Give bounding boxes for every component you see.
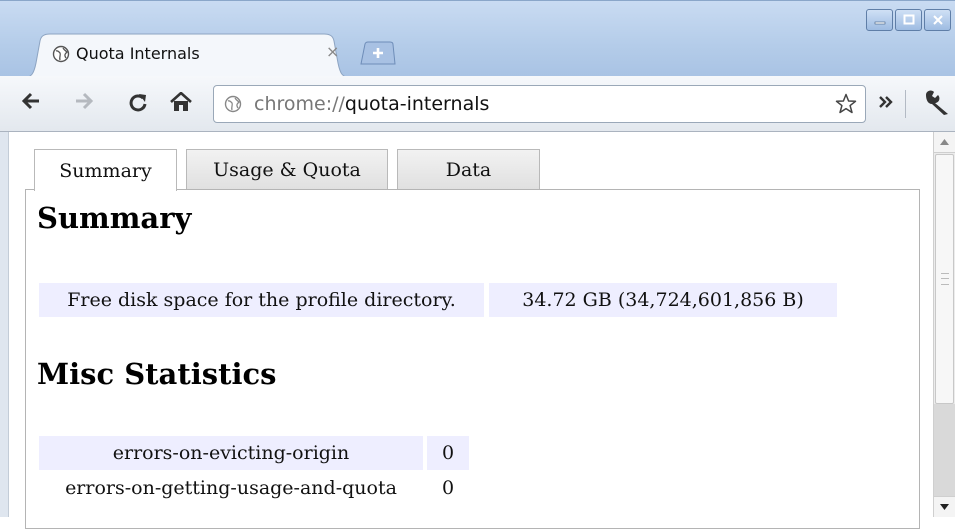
toolbar-divider xyxy=(905,90,906,118)
summary-panel: Summary Free disk space for the profile … xyxy=(25,189,920,529)
minimize-button[interactable] xyxy=(866,9,893,31)
table-row: errors-on-getting-usage-and-quota 0 xyxy=(39,471,469,505)
url-scheme: chrome:// xyxy=(254,93,345,115)
minimize-icon xyxy=(874,21,885,25)
tab-close-button[interactable]: × xyxy=(326,43,339,61)
plus-icon xyxy=(360,41,396,65)
misc-statistics-heading: Misc Statistics xyxy=(37,357,277,391)
overflow-chevron-icon xyxy=(879,96,893,108)
forward-arrow-icon xyxy=(76,92,94,110)
vertical-scrollbar[interactable] xyxy=(933,132,955,517)
tab-data[interactable]: Data xyxy=(397,149,540,189)
home-icon xyxy=(170,92,192,111)
statistic-value: 0 xyxy=(441,477,455,499)
statistic-name: errors-on-getting-usage-and-quota xyxy=(65,477,397,499)
scrollbar-grip xyxy=(941,273,949,285)
close-window-button[interactable] xyxy=(924,9,951,31)
url-text[interactable]: chrome://quota-internals xyxy=(254,93,489,115)
wrench-icon xyxy=(926,90,948,115)
new-tab-button[interactable] xyxy=(358,41,398,65)
statistic-value: 0 xyxy=(427,436,469,470)
globe-icon xyxy=(52,45,70,63)
reload-icon xyxy=(129,94,147,112)
statistic-name: errors-on-evicting-origin xyxy=(39,436,423,470)
maximize-icon xyxy=(903,14,914,25)
free-disk-space-label: Free disk space for the profile director… xyxy=(39,283,484,317)
page-info-globe-icon[interactable] xyxy=(224,95,242,113)
forward-button[interactable] xyxy=(74,92,94,110)
chevron-down-icon xyxy=(940,504,949,510)
wrench-menu-button[interactable] xyxy=(922,89,952,115)
window-title-bar: Quota Internals × xyxy=(0,0,955,78)
url-host: quota-internals xyxy=(344,93,490,115)
scrollbar-thumb[interactable] xyxy=(935,154,954,404)
window-controls xyxy=(866,9,951,31)
tab-title: Quota Internals xyxy=(76,44,200,63)
scroll-down-button[interactable] xyxy=(934,496,955,517)
home-button[interactable] xyxy=(170,92,192,112)
summary-heading: Summary xyxy=(37,201,192,235)
back-arrow-icon xyxy=(21,92,39,110)
close-icon xyxy=(932,15,943,25)
chevron-up-icon xyxy=(940,139,949,145)
tab-usage-and-quota[interactable]: Usage & Quota xyxy=(186,149,388,189)
tab-summary[interactable]: Summary xyxy=(34,149,177,191)
scrollbar-track[interactable] xyxy=(934,404,955,498)
free-disk-space-value: 34.72 GB (34,724,601,856 B) xyxy=(489,283,837,317)
browser-tab-active[interactable]: Quota Internals × xyxy=(22,33,352,78)
back-button[interactable] xyxy=(21,92,41,110)
maximize-button[interactable] xyxy=(895,9,922,31)
reload-button[interactable] xyxy=(128,92,148,112)
address-bar[interactable]: chrome://quota-internals xyxy=(213,85,866,123)
scroll-up-button[interactable] xyxy=(934,132,955,153)
browser-toolbar: chrome://quota-internals xyxy=(0,76,955,132)
bookmark-star-icon[interactable] xyxy=(835,93,857,115)
page-content: Summary Usage & Quota Data Summary Free … xyxy=(0,132,955,529)
summary-row: Free disk space for the profile director… xyxy=(39,283,837,317)
window-left-border xyxy=(0,132,9,517)
overflow-chevron-button[interactable] xyxy=(878,95,894,109)
table-row: errors-on-evicting-origin 0 xyxy=(39,436,469,470)
